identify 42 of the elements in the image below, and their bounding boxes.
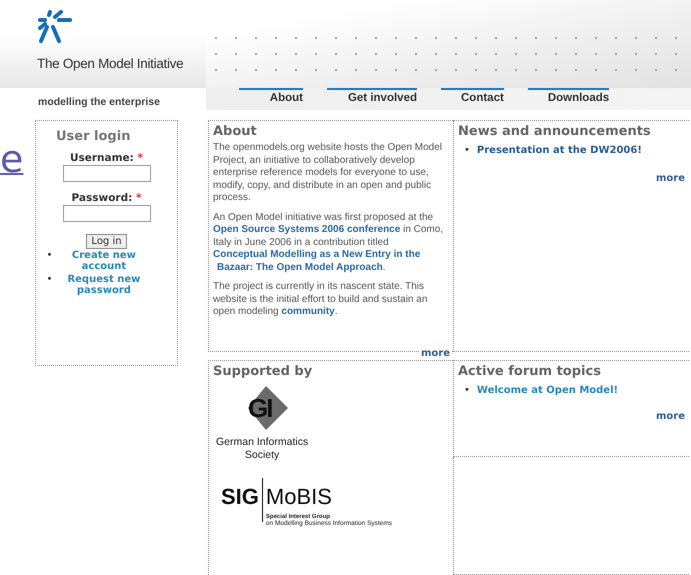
more-link[interactable]: more (420, 348, 451, 359)
forum-link[interactable]: Welcome at Open Model! (476, 385, 618, 396)
input-field[interactable] (62, 165, 150, 182)
field-label: Password: (72, 192, 132, 204)
bullet: • (46, 250, 52, 261)
sponsor-caption: German Informatics Society (216, 436, 308, 462)
paragraph: An Open Model initiative was first proposed at the Open Source Systems 2006 conference in Como, Italy in June 2006 in a contribution titled Conceptual Modelling as a New Entry in the Bazaar: The Open Model Approach. (213, 212, 444, 274)
block-title: User login (56, 129, 130, 144)
nav-link[interactable]: About (239, 88, 303, 110)
link[interactable]: Bazaar: The Open Model Approach (217, 262, 383, 272)
logo-text: MoBIS (266, 484, 332, 510)
bullet: • (464, 385, 470, 396)
block-title: Supported by (213, 364, 314, 379)
account-link[interactable]: Request new password (56, 274, 152, 296)
bullet: • (464, 145, 470, 156)
required-mark: * (138, 152, 144, 164)
logo-icon (37, 10, 73, 44)
link[interactable]: community (281, 306, 335, 317)
block-title: News and announcements (458, 124, 652, 139)
bullet: • (46, 274, 52, 285)
login-button[interactable]: Log in (86, 234, 127, 249)
nav-link[interactable]: Downloads (528, 88, 610, 110)
tagline: modelling the enterprise (0, 88, 206, 110)
site-name: The Open Model Initiative (37, 56, 184, 71)
paragraph: The openmodels.org website hosts the Open Model Project, an initiative to collaboratively develop enterprise reference models for everyone to use, modify, copy, and distribute in an open and public process. (213, 142, 444, 204)
field-label: Username: (70, 152, 134, 164)
input-field[interactable] (62, 205, 150, 222)
more-link[interactable]: more (656, 411, 685, 422)
block-title: Active forum topics (458, 364, 602, 379)
logo-text: SIG (221, 484, 259, 510)
required-mark: * (136, 192, 142, 204)
news-link[interactable]: Presentation at the DW2006! (476, 145, 642, 156)
link[interactable]: Conceptual Modelling as a New Entry in the (213, 249, 420, 260)
link[interactable]: e (0, 140, 24, 178)
account-link[interactable]: Create new account (56, 250, 152, 272)
more-link[interactable]: more (656, 173, 685, 184)
paragraph: The project is currently in its nascent state. This website is the initial effort to build and sustain an open modeling community. (213, 281, 428, 318)
nav-link[interactable]: Get involved (327, 88, 417, 110)
gi-logo[interactable]: GI (248, 386, 288, 430)
nav-link[interactable]: Contact (441, 88, 504, 110)
link[interactable]: Open Source Systems 2006 conference (213, 224, 400, 235)
block-title: About (213, 124, 258, 139)
